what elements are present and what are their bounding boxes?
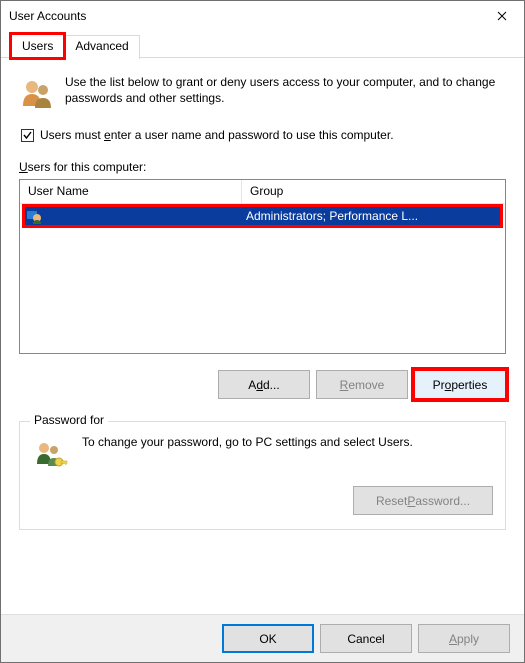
ok-button[interactable]: OK [222, 624, 314, 653]
password-row: To change your password, go to PC settin… [32, 434, 493, 474]
listview-header: User Name Group [20, 180, 505, 204]
add-button[interactable]: Add... [218, 370, 310, 399]
tab-content: Use the list below to grant or deny user… [1, 58, 524, 530]
user-accounts-window: User Accounts Users Advanced Use the lis… [0, 0, 525, 663]
remove-button: Remove [316, 370, 408, 399]
window-title: User Accounts [9, 9, 479, 23]
column-group[interactable]: Group [242, 180, 505, 203]
require-password-checkbox-row[interactable]: Users must enter a user name and passwor… [21, 128, 506, 142]
cell-username [24, 208, 242, 224]
password-text: To change your password, go to PC settin… [82, 434, 413, 450]
cancel-button[interactable]: Cancel [320, 624, 412, 653]
tab-advanced[interactable]: Advanced [64, 35, 139, 59]
table-row[interactable]: Administrators; Performance L... [24, 206, 501, 226]
checkbox-icon [21, 129, 34, 142]
titlebar: User Accounts [1, 1, 524, 31]
password-button-row: Reset Password... [32, 486, 493, 515]
users-icon [19, 76, 55, 112]
user-buttons-row: Add... Remove Properties [19, 370, 506, 399]
dialog-button-bar: OK Cancel Apply [1, 614, 524, 662]
column-username[interactable]: User Name [20, 180, 242, 203]
properties-button[interactable]: Properties [414, 370, 506, 399]
password-fieldset: Password for To change your password, go… [19, 421, 506, 530]
cell-group: Administrators; Performance L... [242, 209, 501, 223]
checkbox-label: Users must enter a user name and passwor… [40, 128, 394, 142]
intro-text: Use the list below to grant or deny user… [65, 74, 506, 112]
user-icon [26, 208, 42, 224]
close-button[interactable] [479, 1, 524, 31]
users-listview[interactable]: User Name Group Administrators; Performa… [19, 179, 506, 354]
intro-row: Use the list below to grant or deny user… [19, 74, 506, 112]
reset-password-button: Reset Password... [353, 486, 493, 515]
apply-button: Apply [418, 624, 510, 653]
close-icon [497, 11, 507, 21]
password-legend: Password for [30, 413, 108, 427]
users-list-label: Users for this computer: [19, 160, 506, 174]
tab-strip: Users Advanced [1, 33, 524, 58]
tab-users[interactable]: Users [11, 34, 64, 58]
key-users-icon [32, 438, 68, 474]
